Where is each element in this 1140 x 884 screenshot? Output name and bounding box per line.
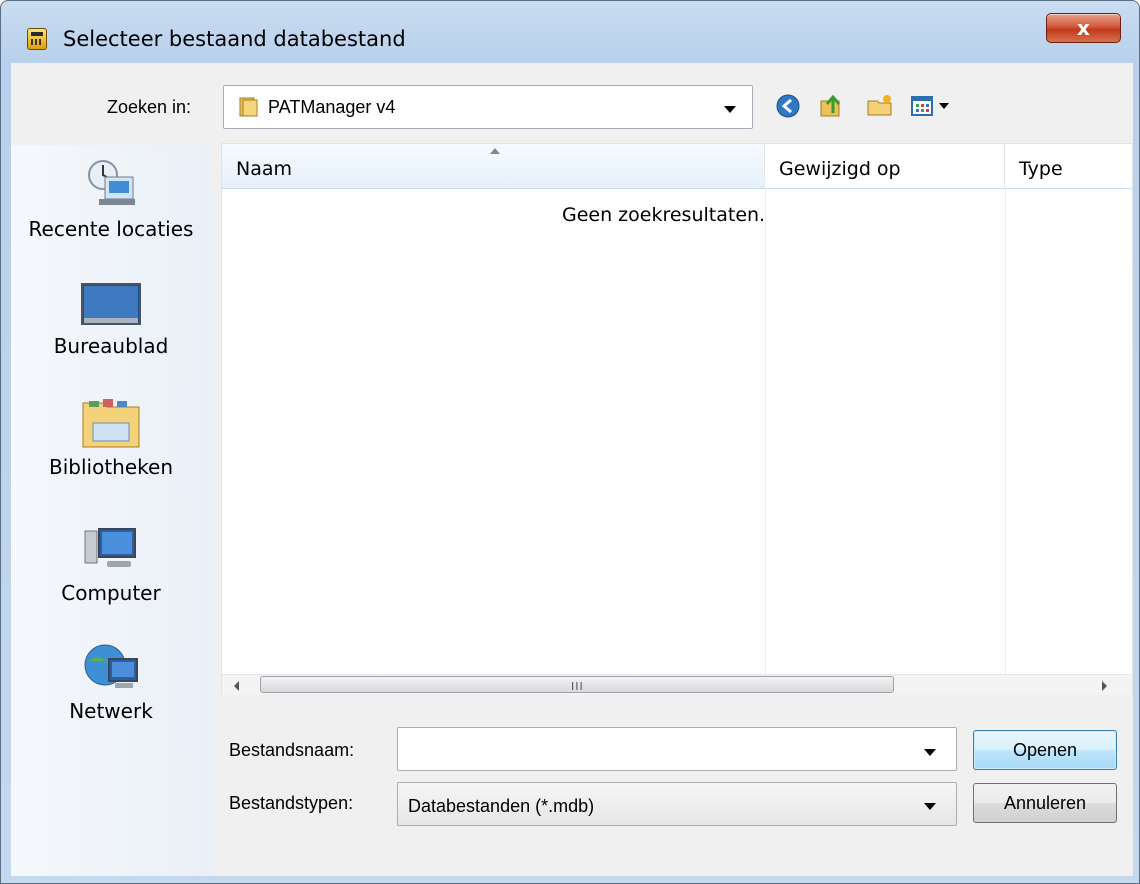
horizontal-scrollbar[interactable]: III	[222, 674, 1132, 695]
new-folder-icon[interactable]	[865, 91, 895, 121]
column-divider	[1005, 188, 1006, 674]
dialog-window: Selecteer bestaand databestand x Zoeken …	[0, 0, 1140, 884]
scroll-left-icon[interactable]	[234, 681, 239, 691]
file-list[interactable]: Naam Gewijzigd op Type Geen zoekresultat…	[221, 143, 1133, 695]
scrollbar-grip: III	[571, 680, 584, 693]
network-icon	[84, 644, 138, 688]
lookin-label: Zoeken in:	[107, 97, 192, 117]
folder-icon	[239, 97, 258, 117]
column-divider	[765, 188, 766, 674]
lookin-value: PATManager v4	[268, 97, 396, 117]
filetype-value: Databestanden (*.mdb)	[408, 796, 595, 816]
scrollbar-thumb[interactable]: III	[260, 676, 894, 693]
filename-label: Bestandsnaam:	[229, 740, 355, 760]
list-header: Naam Gewijzigd op Type	[222, 144, 1132, 189]
open-button[interactable]: Openen	[973, 730, 1117, 770]
libraries-icon	[82, 399, 140, 448]
place-label: Computer	[61, 581, 161, 605]
column-header-modified[interactable]: Gewijzigd op	[765, 144, 1005, 188]
column-header-type[interactable]: Type	[1005, 144, 1132, 188]
places-bar: Recente locaties Bureaublad Bibliotheken…	[11, 145, 211, 876]
window-title: Selecteer bestaand databestand	[63, 27, 406, 51]
chevron-down-icon[interactable]	[924, 749, 936, 756]
recent-places-icon	[88, 160, 135, 205]
cancel-button[interactable]: Annuleren	[973, 783, 1117, 823]
desktop-icon	[81, 283, 141, 325]
place-desktop[interactable]: Bureaublad	[11, 280, 211, 358]
close-button[interactable]: x	[1046, 13, 1121, 43]
filetype-select[interactable]: Databestanden (*.mdb)	[397, 782, 957, 826]
back-icon[interactable]	[773, 91, 803, 121]
lookin-combobox[interactable]: PATManager v4	[223, 85, 753, 129]
filetype-label: Bestandstypen:	[229, 793, 354, 813]
place-recent-locations[interactable]: Recente locaties	[11, 155, 211, 241]
view-menu-icon[interactable]	[909, 91, 953, 121]
place-computer[interactable]: Computer	[11, 523, 211, 605]
place-label: Bureaublad	[53, 334, 169, 358]
place-libraries[interactable]: Bibliotheken	[11, 395, 211, 479]
place-network[interactable]: Netwerk	[11, 639, 211, 723]
place-label: Bibliotheken	[49, 455, 173, 479]
place-label: Netwerk	[69, 699, 153, 723]
scroll-right-icon[interactable]	[1102, 681, 1107, 691]
filename-combobox[interactable]	[397, 727, 957, 771]
place-label: Recente locaties	[28, 217, 194, 241]
app-calculator-icon	[27, 28, 47, 50]
computer-icon	[84, 528, 136, 567]
chevron-down-icon[interactable]	[724, 106, 736, 113]
chevron-down-icon[interactable]	[924, 803, 936, 810]
empty-results-message: Geen zoekresultaten.	[562, 204, 766, 226]
up-folder-icon[interactable]	[817, 91, 847, 121]
sort-ascending-icon	[490, 148, 500, 154]
dialog-client-area: Zoeken in: PATManager v4 Recente locatie…	[11, 63, 1133, 876]
